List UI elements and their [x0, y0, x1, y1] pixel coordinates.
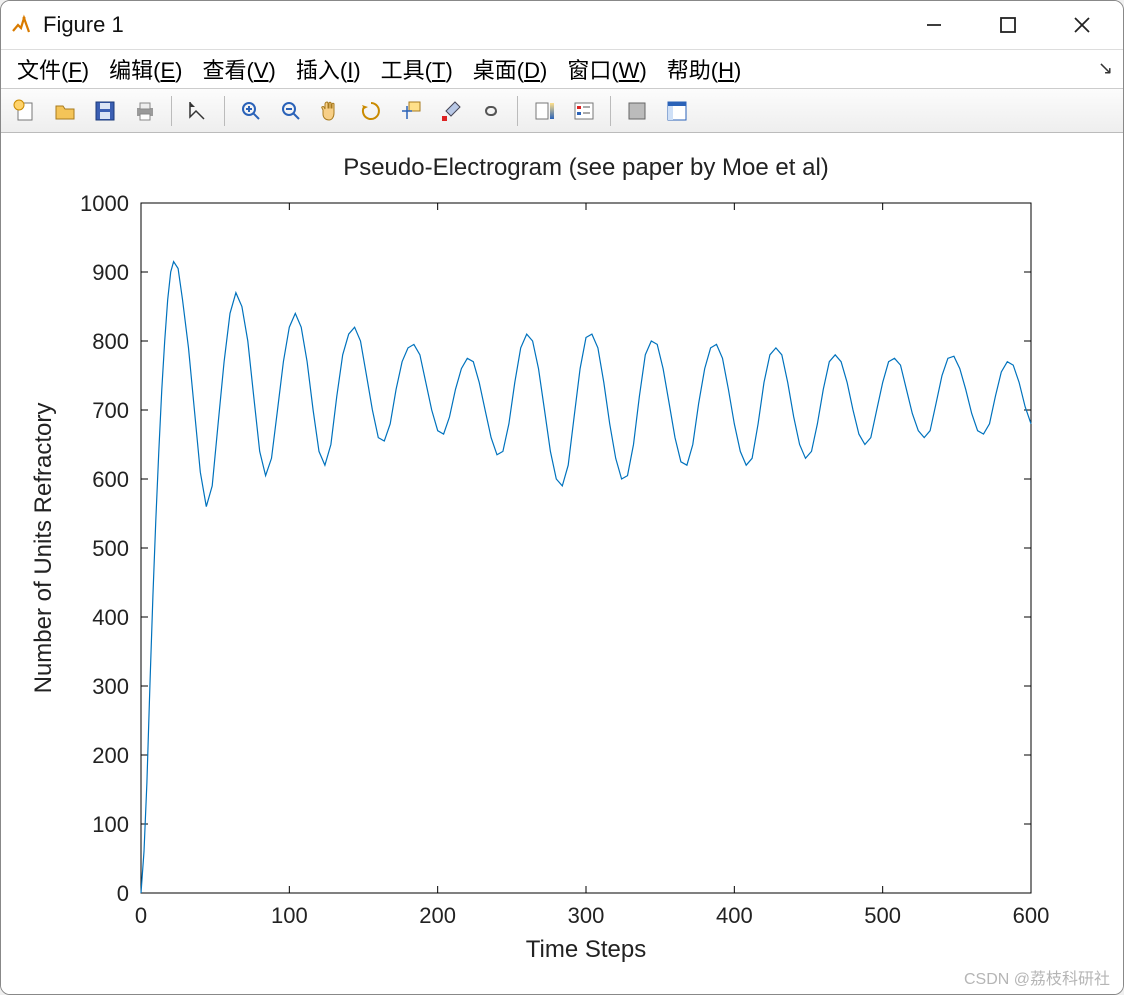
chart-title: Pseudo-Electrogram (see paper by Moe et …: [343, 154, 829, 181]
y-tick-label: 100: [92, 812, 129, 837]
minimize-button[interactable]: [911, 5, 957, 45]
hide-plot-tools-button[interactable]: [619, 94, 655, 128]
close-button[interactable]: [1059, 5, 1105, 45]
y-tick-label: 1000: [80, 191, 129, 216]
new-figure-button[interactable]: [7, 94, 43, 128]
y-tick-label: 200: [92, 743, 129, 768]
x-tick-label: 300: [568, 903, 605, 928]
menu-window[interactable]: 窗口(W): [557, 49, 656, 89]
window-title: Figure 1: [43, 12, 911, 38]
menu-tools[interactable]: 工具(T): [371, 49, 463, 89]
toolbar-separator: [171, 96, 172, 126]
insert-colorbar-button[interactable]: [526, 94, 562, 128]
pan-button[interactable]: [313, 94, 349, 128]
x-tick-label: 400: [716, 903, 753, 928]
toolbar-separator: [224, 96, 225, 126]
link-plot-button[interactable]: [473, 94, 509, 128]
y-tick-label: 700: [92, 398, 129, 423]
x-tick-label: 500: [864, 903, 901, 928]
maximize-button[interactable]: [985, 5, 1031, 45]
brush-button[interactable]: [433, 94, 469, 128]
titlebar: Figure 1: [1, 1, 1123, 49]
menu-insert[interactable]: 插入(I): [286, 49, 371, 89]
print-button[interactable]: [127, 94, 163, 128]
open-button[interactable]: [47, 94, 83, 128]
matlab-icon: [9, 13, 33, 37]
insert-legend-button[interactable]: [566, 94, 602, 128]
show-plot-tools-button[interactable]: [659, 94, 695, 128]
y-tick-label: 900: [92, 260, 129, 285]
dock-arrow-icon[interactable]: ↘: [1098, 58, 1113, 79]
zoom-in-button[interactable]: [233, 94, 269, 128]
x-axis-label: Time Steps: [526, 936, 646, 963]
y-tick-label: 0: [117, 881, 129, 906]
menu-help[interactable]: 帮助(H): [657, 49, 752, 89]
toolbar: [1, 89, 1123, 133]
toolbar-separator: [610, 96, 611, 126]
toolbar-separator: [517, 96, 518, 126]
edit-plot-button[interactable]: [180, 94, 216, 128]
axes[interactable]: Pseudo-Electrogram (see paper by Moe et …: [1, 133, 1123, 991]
y-tick-label: 800: [92, 329, 129, 354]
plot-area[interactable]: Pseudo-Electrogram (see paper by Moe et …: [1, 133, 1123, 994]
rotate3d-button[interactable]: [353, 94, 389, 128]
window-controls: [911, 5, 1105, 45]
y-tick-label: 400: [92, 605, 129, 630]
y-tick-label: 500: [92, 536, 129, 561]
menu-edit[interactable]: 编辑(E): [99, 49, 192, 89]
x-tick-label: 200: [419, 903, 456, 928]
figure-window: Figure 1 文件(F) 编辑(E) 查看(V) 插入(I) 工具(T) 桌…: [0, 0, 1124, 995]
y-tick-label: 600: [92, 467, 129, 492]
save-button[interactable]: [87, 94, 123, 128]
menu-view[interactable]: 查看(V): [192, 49, 285, 89]
data-cursor-button[interactable]: [393, 94, 429, 128]
data-line: [141, 262, 1031, 893]
menubar: 文件(F) 编辑(E) 查看(V) 插入(I) 工具(T) 桌面(D) 窗口(W…: [1, 49, 1123, 89]
y-axis-label: Number of Units Refractory: [30, 403, 57, 694]
menu-file[interactable]: 文件(F): [7, 49, 99, 89]
x-tick-label: 600: [1013, 903, 1050, 928]
zoom-out-button[interactable]: [273, 94, 309, 128]
axes-box: [141, 203, 1031, 893]
y-tick-label: 300: [92, 674, 129, 699]
x-tick-label: 100: [271, 903, 308, 928]
x-tick-label: 0: [135, 903, 147, 928]
watermark: CSDN @荔枝科研社: [964, 965, 1110, 989]
menu-desktop[interactable]: 桌面(D): [463, 49, 558, 89]
